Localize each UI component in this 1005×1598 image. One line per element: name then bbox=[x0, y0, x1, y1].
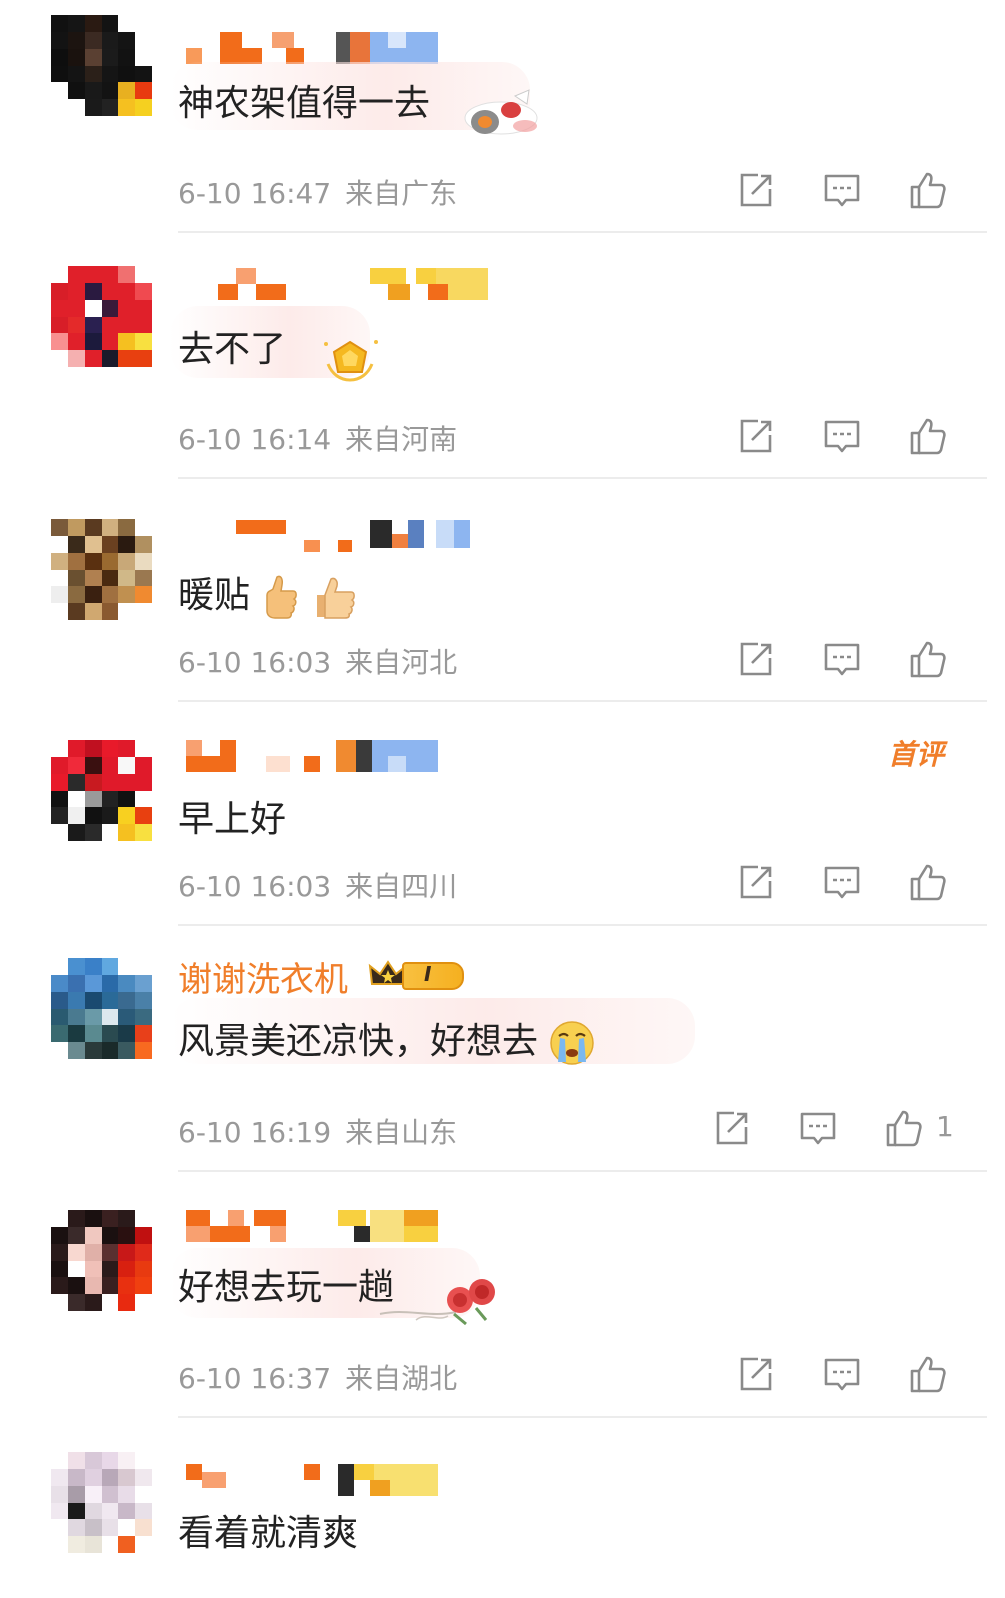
thumbs-up-icon bbox=[910, 1356, 946, 1393]
comment-actions bbox=[736, 170, 966, 210]
comment-text: 风景美还凉快，好想去 bbox=[178, 1012, 595, 1066]
comment-location: 来自河北 bbox=[345, 646, 458, 679]
divider bbox=[178, 1416, 987, 1418]
rose-sticker-icon bbox=[379, 1279, 495, 1326]
comment-text: 好想去玩一趟 bbox=[178, 1267, 395, 1308]
comment-icon bbox=[824, 174, 860, 207]
share-button[interactable] bbox=[736, 862, 776, 902]
username-redacted[interactable] bbox=[178, 268, 498, 304]
comment-text: 神农架值得一去 bbox=[178, 83, 431, 124]
thumbs-up-icon bbox=[910, 418, 946, 455]
comment-text: 早上好 bbox=[178, 799, 287, 840]
first-comment-badge: 首评 bbox=[888, 738, 945, 771]
reply-button[interactable] bbox=[798, 1108, 838, 1148]
thumbs-up-icon bbox=[910, 172, 946, 209]
divider bbox=[178, 231, 987, 233]
comment-time: 6-10 16:47 bbox=[178, 177, 332, 210]
comment-meta: 6-10 16:03 来自四川 bbox=[178, 865, 471, 905]
comment-actions bbox=[736, 1354, 966, 1394]
level-tag bbox=[402, 962, 464, 990]
comment-meta: 6-10 16:47 来自广东 bbox=[178, 172, 471, 212]
share-icon bbox=[740, 642, 772, 676]
divider bbox=[178, 1170, 987, 1172]
share-icon bbox=[740, 865, 772, 899]
divider bbox=[178, 924, 987, 926]
comment-icon bbox=[824, 420, 860, 453]
comment-time: 6-10 16:03 bbox=[178, 870, 332, 903]
like-button[interactable] bbox=[908, 170, 948, 210]
avatar[interactable] bbox=[51, 1210, 152, 1311]
thumbs-up-emoji-icon bbox=[266, 575, 298, 619]
username-redacted[interactable] bbox=[178, 1464, 448, 1500]
comment-meta: 6-10 16:14 来自河南 bbox=[178, 418, 471, 458]
reply-button[interactable] bbox=[822, 1354, 862, 1394]
comment-text: 看着就清爽 bbox=[178, 1513, 359, 1554]
thumbs-up-emoji-icon bbox=[316, 577, 355, 619]
username-redacted[interactable] bbox=[178, 740, 448, 776]
comment-text-content: 风景美还凉快，好想去 bbox=[178, 1021, 539, 1062]
comment-time: 6-10 16:19 bbox=[178, 1116, 332, 1149]
share-icon bbox=[740, 1357, 772, 1391]
share-icon bbox=[716, 1111, 748, 1145]
username[interactable]: 谢谢洗衣机 bbox=[178, 952, 348, 1001]
like-button[interactable] bbox=[908, 416, 948, 456]
comment-icon bbox=[824, 866, 860, 899]
thumbs-up-icon bbox=[886, 1110, 922, 1147]
username-redacted[interactable] bbox=[178, 520, 478, 556]
comment-actions bbox=[736, 862, 966, 902]
share-icon bbox=[740, 173, 772, 207]
comment-time: 6-10 16:37 bbox=[178, 1362, 332, 1395]
thumbs-up-icon bbox=[910, 641, 946, 678]
like-count: 1 bbox=[936, 1110, 954, 1143]
comment-location: 来自湖北 bbox=[345, 1362, 458, 1395]
crying-face-emoji-icon bbox=[550, 1021, 595, 1065]
comment-actions: 1 bbox=[712, 1108, 972, 1148]
comment-time: 6-10 16:03 bbox=[178, 646, 332, 679]
share-button[interactable] bbox=[736, 416, 776, 456]
share-button[interactable] bbox=[736, 1354, 776, 1394]
avatar[interactable] bbox=[51, 740, 152, 841]
comment-location: 来自河南 bbox=[345, 423, 458, 456]
comment-icon bbox=[824, 643, 860, 676]
avatar[interactable] bbox=[51, 958, 152, 1059]
vip-level-badge: I bbox=[368, 958, 464, 990]
comment-actions bbox=[736, 639, 966, 679]
airplane-sticker-icon bbox=[464, 89, 538, 135]
like-button[interactable] bbox=[884, 1108, 924, 1148]
comment-text-content: 暖贴 bbox=[178, 575, 251, 616]
comment-meta: 6-10 16:03 来自河北 bbox=[178, 641, 471, 681]
avatar[interactable] bbox=[51, 519, 152, 620]
avatar[interactable] bbox=[51, 15, 152, 116]
reply-button[interactable] bbox=[822, 416, 862, 456]
share-button[interactable] bbox=[736, 639, 776, 679]
avatar[interactable] bbox=[51, 1452, 152, 1553]
comment-meta: 6-10 16:37 来自湖北 bbox=[178, 1357, 471, 1397]
comment-text: 去不了 bbox=[178, 329, 287, 370]
comment-meta: 6-10 16:19 来自山东 bbox=[178, 1111, 471, 1151]
comment-location: 来自四川 bbox=[345, 870, 458, 903]
like-button[interactable] bbox=[908, 639, 948, 679]
comment-time: 6-10 16:14 bbox=[178, 423, 332, 456]
share-button[interactable] bbox=[712, 1108, 752, 1148]
comment-location: 来自广东 bbox=[345, 177, 458, 210]
level-tag-text: I bbox=[424, 962, 432, 986]
like-button[interactable] bbox=[908, 1354, 948, 1394]
share-icon bbox=[740, 419, 772, 453]
divider bbox=[178, 700, 987, 702]
comment-icon bbox=[824, 1358, 860, 1391]
divider bbox=[178, 477, 987, 479]
avatar[interactable] bbox=[51, 266, 152, 367]
badge-sticker-icon bbox=[324, 340, 378, 382]
comment-location: 来自山东 bbox=[345, 1116, 458, 1149]
comment-text: 暖贴 bbox=[178, 566, 361, 621]
username-redacted[interactable] bbox=[178, 1210, 448, 1246]
thumbs-up-icon bbox=[910, 864, 946, 901]
reply-button[interactable] bbox=[822, 170, 862, 210]
reply-button[interactable] bbox=[822, 639, 862, 679]
comment-icon bbox=[800, 1112, 836, 1145]
comment-actions bbox=[736, 416, 966, 456]
reply-button[interactable] bbox=[822, 862, 862, 902]
like-button[interactable] bbox=[908, 862, 948, 902]
share-button[interactable] bbox=[736, 170, 776, 210]
